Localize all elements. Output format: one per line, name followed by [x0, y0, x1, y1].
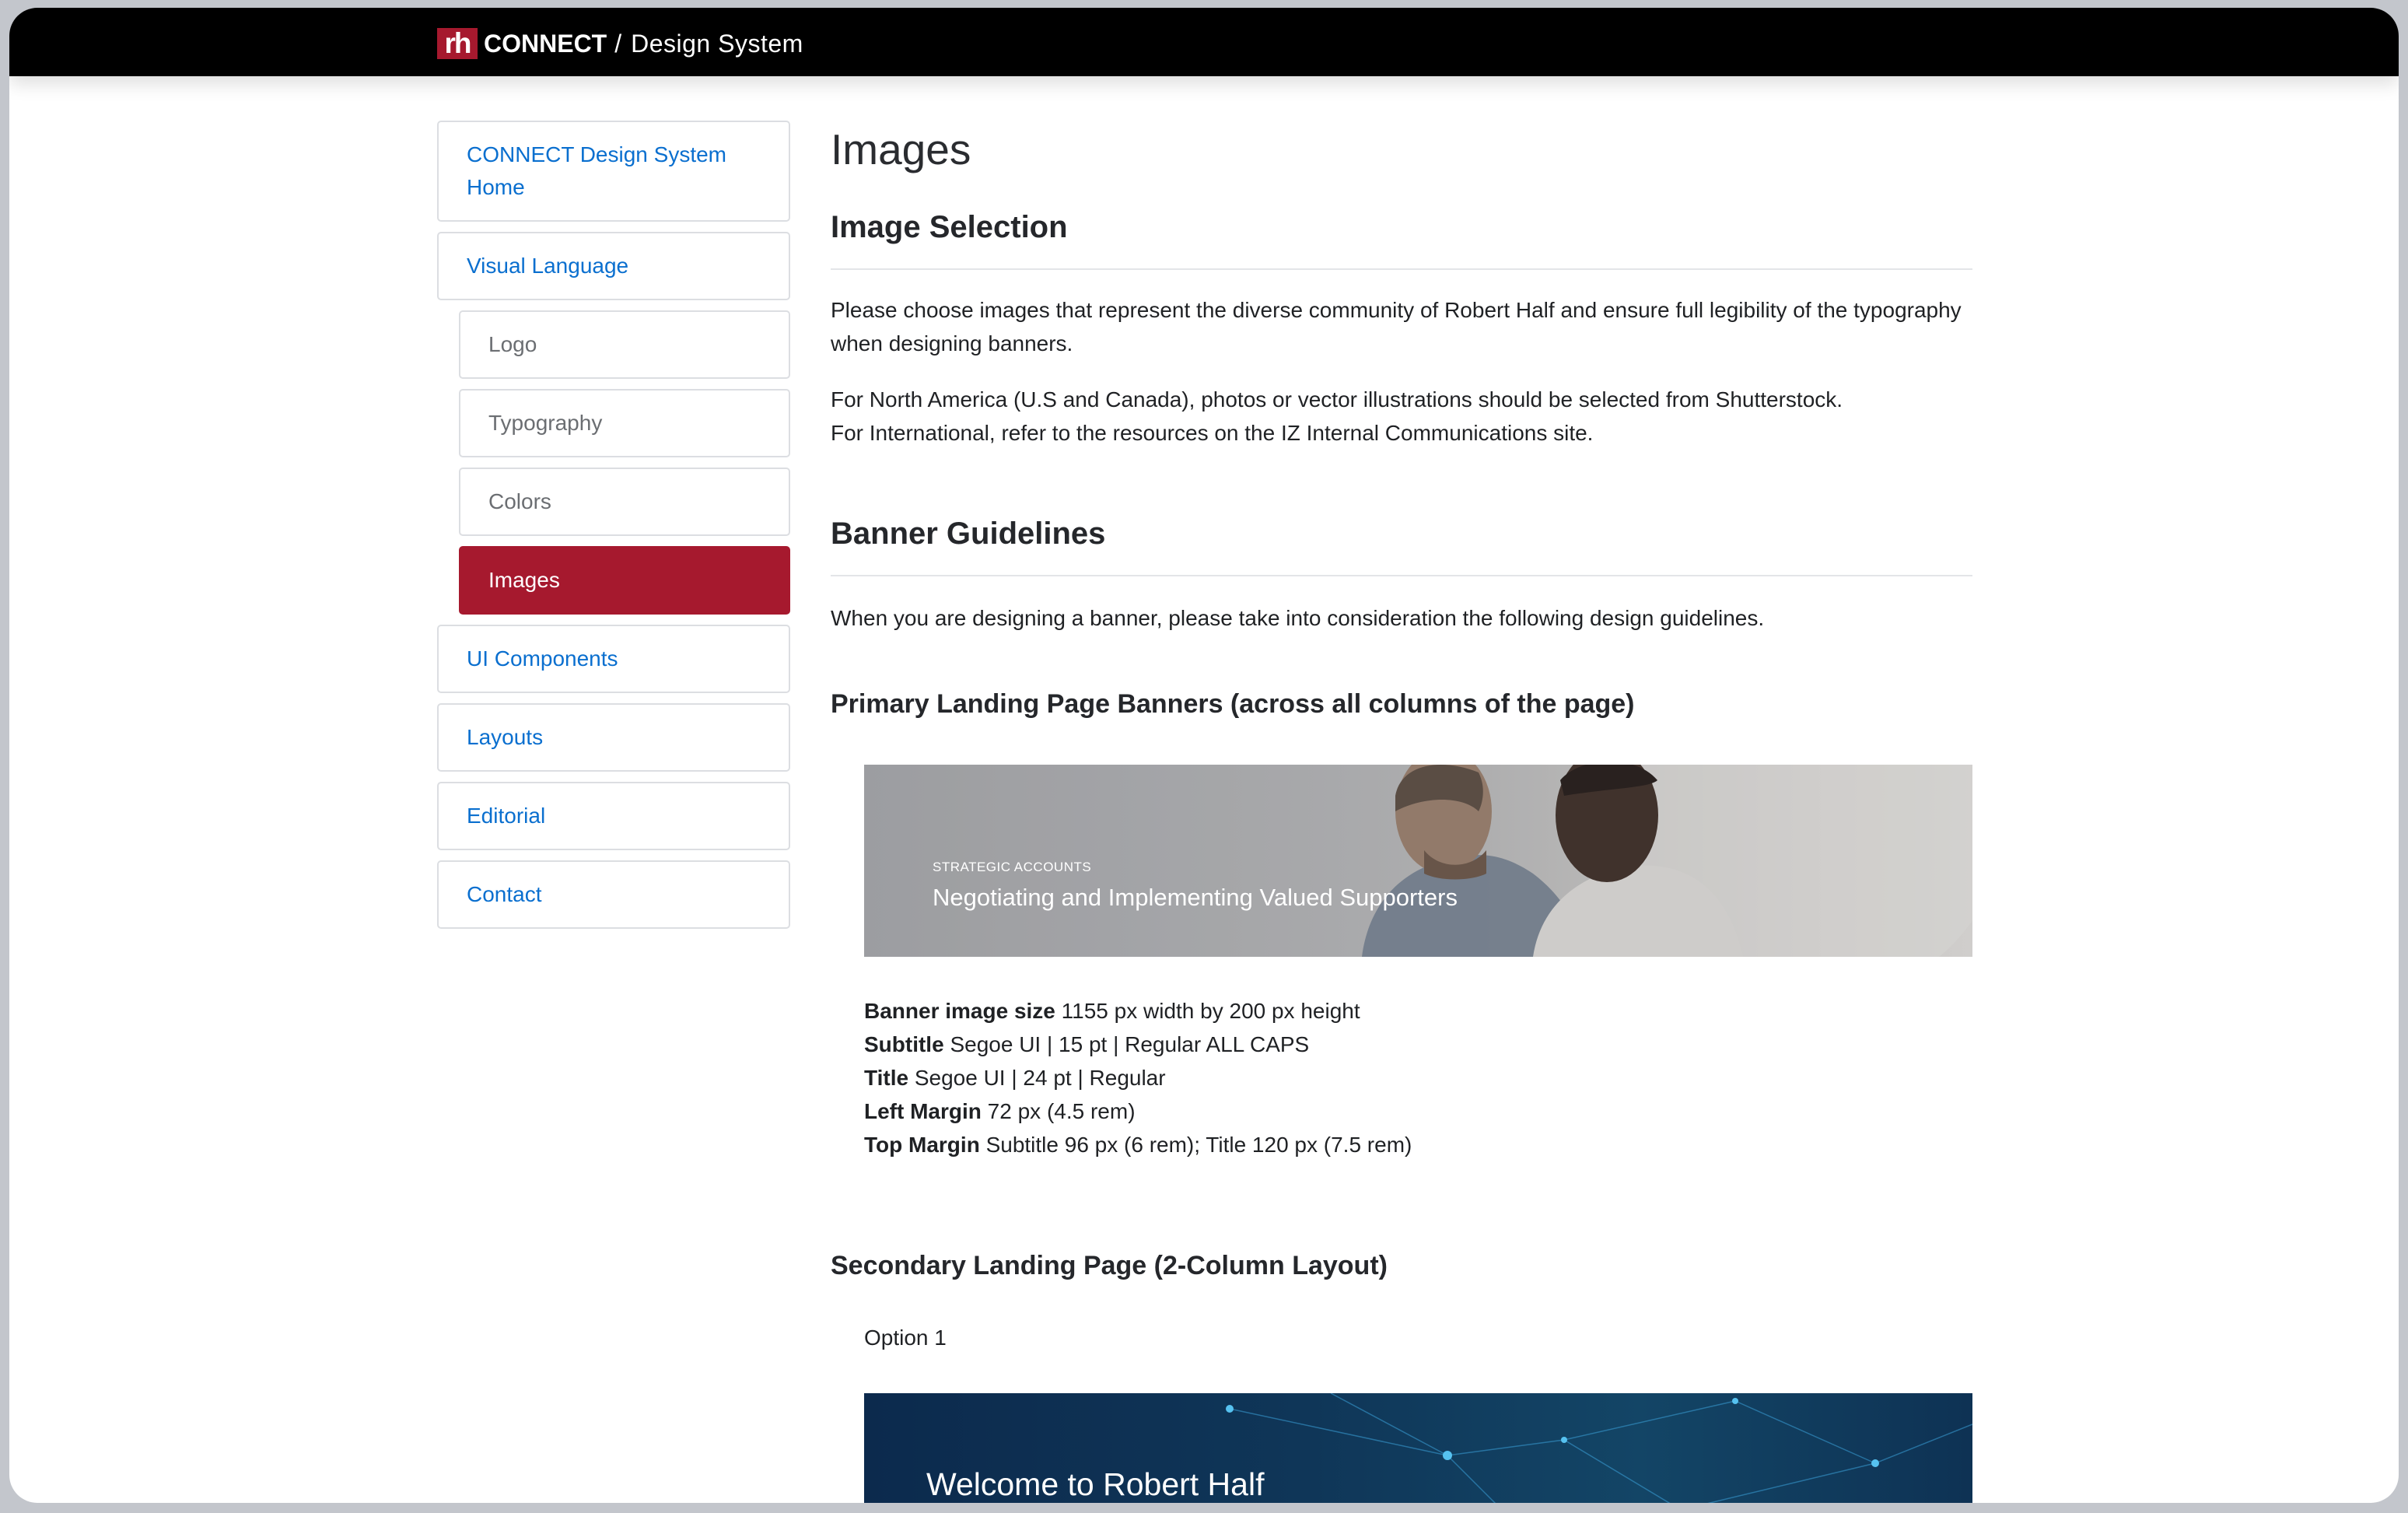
spec-value: Segoe UI | 15 pt | Regular ALL CAPS	[943, 1032, 1310, 1056]
spec-value: 72 px (4.5 rem)	[981, 1099, 1136, 1123]
sidebar-item-typography[interactable]: Typography	[459, 389, 790, 457]
banner-guidelines-heading: Banner Guidelines	[831, 517, 1106, 551]
spec-label: Left Margin	[864, 1099, 982, 1123]
spec-row: Top Margin Subtitle 96 px (6 rem); Title…	[864, 1128, 1412, 1161]
browser-window: rh CONNECT / Design System CONNECT Desig…	[9, 8, 2399, 1503]
option-label: Option 1	[864, 1326, 947, 1350]
spec-row: Left Margin 72 px (4.5 rem)	[864, 1094, 1412, 1128]
secondary-banner-example: Welcome to Robert Half	[864, 1393, 1972, 1503]
spec-label: Title	[864, 1066, 909, 1090]
sidebar-item-layouts[interactable]: Layouts	[437, 703, 790, 772]
spec-label: Banner image size	[864, 999, 1055, 1023]
divider	[831, 268, 1972, 270]
sidebar-item-logo[interactable]: Logo	[459, 310, 790, 379]
banner-subtitle: STRATEGIC ACCOUNTS	[933, 860, 1092, 874]
spec-label: Subtitle	[864, 1032, 944, 1056]
image-source-line-1: For North America (U.S and Canada), phot…	[831, 387, 1843, 412]
banner-title: Negotiating and Implementing Valued Supp…	[933, 884, 1458, 911]
brand-section: Design System	[631, 29, 803, 58]
sidebar-item-editorial[interactable]: Editorial	[437, 782, 790, 850]
brand-link[interactable]: rh CONNECT / Design System	[437, 28, 803, 59]
spec-value: Segoe UI | 24 pt | Regular	[908, 1066, 1166, 1090]
spec-row: Banner image size 1155 px width by 200 p…	[864, 994, 1412, 1028]
banner-specs: Banner image size 1155 px width by 200 p…	[864, 994, 1412, 1161]
primary-banners-heading: Primary Landing Page Banners (across all…	[831, 689, 1635, 719]
sidebar-item-home[interactable]: CONNECT Design System Home	[437, 121, 790, 222]
spec-label: Top Margin	[864, 1133, 980, 1157]
secondary-banner-title: Welcome to Robert Half	[926, 1466, 1265, 1502]
image-source-line-2: For International, refer to the resource…	[831, 421, 1594, 445]
image-selection-heading: Image Selection	[831, 210, 1068, 244]
spec-row: Title Segoe UI | 24 pt | Regular	[864, 1061, 1412, 1094]
page-title: Images	[831, 125, 971, 173]
primary-banner-example: STRATEGIC ACCOUNTS Negotiating and Imple…	[864, 765, 1972, 957]
spec-value: Subtitle 96 px (6 rem); Title 120 px (7.…	[979, 1133, 1412, 1157]
sidebar-item-contact[interactable]: Contact	[437, 860, 790, 929]
divider	[831, 575, 1972, 576]
brand-name: CONNECT	[484, 29, 607, 58]
spec-value: 1155 px width by 200 px height	[1055, 999, 1360, 1023]
rh-logo: rh	[437, 28, 478, 59]
brand-separator: /	[614, 29, 622, 58]
sidebar-item-visual-language[interactable]: Visual Language	[437, 232, 790, 300]
sidebar-item-ui-components[interactable]: UI Components	[437, 625, 790, 693]
sidebar-item-images[interactable]: Images	[459, 546, 790, 615]
banner-guidelines-intro: When you are designing a banner, please …	[831, 606, 1765, 630]
sidebar-item-colors[interactable]: Colors	[459, 468, 790, 536]
spec-row: Subtitle Segoe UI | 15 pt | Regular ALL …	[864, 1028, 1412, 1061]
secondary-page-heading: Secondary Landing Page (2-Column Layout)	[831, 1251, 1388, 1280]
top-navbar: rh CONNECT / Design System	[9, 8, 2399, 76]
image-selection-paragraph: Please choose images that represent the …	[831, 298, 1962, 355]
